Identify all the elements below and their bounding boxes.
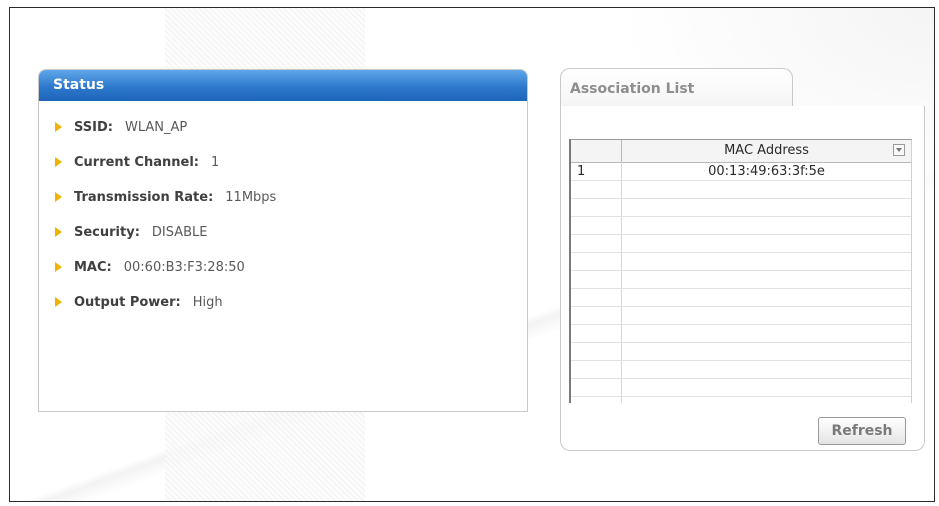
- page-frame: Status SSID: WLAN_AP Current Channel: 1 Tr…: [9, 7, 935, 502]
- status-title: Status: [39, 70, 527, 101]
- table-row-empty: [571, 379, 911, 397]
- status-label: MAC:: [74, 260, 112, 275]
- arrow-bullet-icon: [55, 261, 62, 272]
- table-row-empty: [571, 271, 911, 289]
- table-row-empty: [571, 199, 911, 217]
- status-value: WLAN_AP: [124, 120, 188, 135]
- status-value: 11Mbps: [225, 190, 277, 205]
- column-header-index: [571, 140, 622, 162]
- column-header-mac-address[interactable]: MAC Address: [622, 140, 911, 162]
- status-label: Current Channel:: [74, 155, 199, 170]
- arrow-bullet-icon: [55, 191, 62, 202]
- table-row-empty: [571, 235, 911, 253]
- status-value: 1: [210, 155, 220, 170]
- status-row-channel: Current Channel: 1: [55, 152, 219, 174]
- refresh-button[interactable]: Refresh: [818, 417, 906, 445]
- status-value: High: [192, 295, 223, 310]
- status-label: Security:: [74, 225, 140, 240]
- status-value: 00:60:B3:F3:28:50: [123, 260, 245, 275]
- status-row-mac: MAC: 00:60:B3:F3:28:50: [55, 257, 245, 279]
- tab-association-list[interactable]: Association List: [560, 68, 793, 108]
- status-row-output-power: Output Power: High: [55, 292, 223, 314]
- status-row-ssid: SSID: WLAN_AP: [55, 117, 187, 139]
- association-table: MAC Address 1 00:13:49:63:3f:5e: [569, 139, 912, 403]
- table-row-empty: [571, 343, 911, 361]
- status-value: DISABLE: [151, 225, 208, 240]
- column-header-label: MAC Address: [724, 143, 809, 158]
- table-row-empty: [571, 253, 911, 271]
- table-row[interactable]: 1 00:13:49:63:3f:5e: [571, 163, 911, 181]
- status-label: SSID:: [74, 120, 113, 135]
- status-panel: Status SSID: WLAN_AP Current Channel: 1 Tr…: [38, 69, 528, 412]
- table-row-empty: [571, 325, 911, 343]
- table-row-empty: [571, 289, 911, 307]
- status-row-rate: Transmission Rate: 11Mbps: [55, 187, 276, 209]
- sort-dropdown-icon[interactable]: [893, 144, 905, 156]
- table-header: MAC Address: [571, 140, 911, 163]
- table-row-empty: [571, 361, 911, 379]
- row-index: 1: [577, 164, 586, 179]
- arrow-bullet-icon: [55, 296, 62, 307]
- association-panel: MAC Address 1 00:13:49:63:3f:5e Refresh: [560, 106, 925, 451]
- table-row-empty: [571, 181, 911, 199]
- arrow-bullet-icon: [55, 156, 62, 167]
- status-label: Output Power:: [74, 295, 181, 310]
- arrow-bullet-icon: [55, 226, 62, 237]
- row-mac-address: 00:13:49:63:3f:5e: [708, 164, 825, 179]
- status-row-security: Security: DISABLE: [55, 222, 208, 244]
- table-row-empty: [571, 217, 911, 235]
- table-row-empty: [571, 307, 911, 325]
- status-label: Transmission Rate:: [74, 190, 214, 205]
- arrow-bullet-icon: [55, 121, 62, 132]
